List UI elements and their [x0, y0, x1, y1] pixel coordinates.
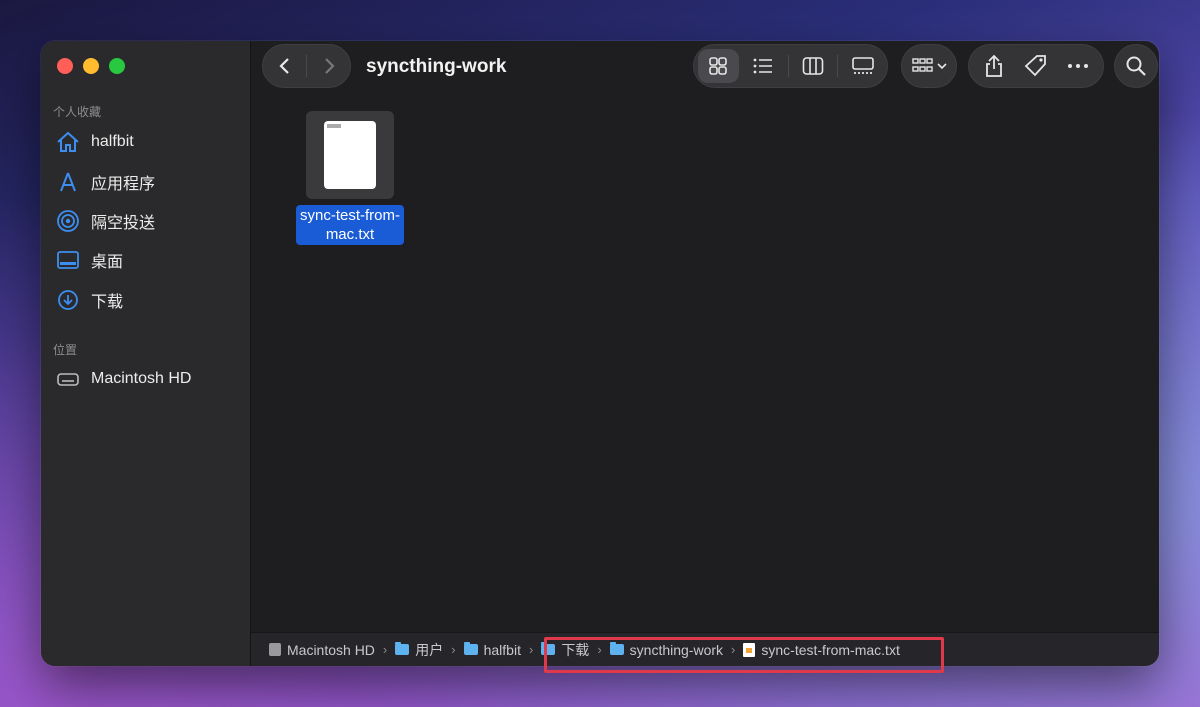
sidebar-item-halfbit[interactable]: halfbit [51, 127, 241, 157]
crumb-label: 用户 [415, 641, 444, 658]
sidebar-item-label: Macintosh HD [91, 370, 192, 387]
sidebar: 个人收藏 halfbit 应用程序 隔空投送 桌面 下载 位置 Macintos… [41, 41, 251, 666]
search-icon [1126, 56, 1146, 76]
sidebar-item-downloads[interactable]: 下载 [51, 285, 241, 315]
window-controls [57, 58, 125, 74]
chevron-right-icon: › [451, 642, 456, 657]
divider [837, 55, 839, 77]
navigation-buttons [262, 44, 351, 88]
airdrop-icon [55, 208, 81, 234]
toolbar: syncthing-work [251, 41, 1159, 95]
file-name-line: sync-test-from- [299, 207, 400, 224]
zoom-button[interactable] [109, 58, 125, 74]
actions-group [968, 44, 1104, 88]
disk-icon [55, 366, 81, 392]
gallery-icon [851, 57, 874, 74]
finder-window: 个人收藏 halfbit 应用程序 隔空投送 桌面 下载 位置 Macintos… [41, 41, 1159, 666]
sidebar-item-desktop[interactable]: 桌面 [51, 245, 241, 275]
view-mode-group [693, 44, 888, 88]
more-actions-button[interactable] [1059, 49, 1097, 83]
applications-icon [55, 169, 81, 195]
chevron-right-icon: › [382, 642, 388, 657]
desktop-icon [55, 247, 81, 273]
sidebar-item-label: 下载 [91, 294, 124, 311]
text-file-thumbnail[interactable] [306, 111, 394, 199]
search-button[interactable] [1114, 44, 1158, 88]
folder-icon [395, 642, 410, 655]
icon-view-button[interactable] [698, 49, 739, 83]
forward-button[interactable] [307, 49, 350, 83]
ellipsis-icon [1068, 64, 1088, 68]
divider [787, 55, 789, 77]
sidebar-item-label: 应用程序 [91, 176, 156, 193]
sidebar-item-label: halfbit [91, 133, 134, 150]
file-item[interactable]: sync-test-from- mac.txt [288, 111, 412, 245]
share-icon [986, 54, 1002, 77]
back-button[interactable] [263, 49, 306, 83]
file-browser-content[interactable]: sync-test-from- mac.txt [251, 95, 1159, 632]
path-crumb-halfbit[interactable]: halfbit [463, 641, 521, 658]
tag-button[interactable] [1017, 49, 1055, 83]
crumb-label: halfbit [483, 641, 521, 658]
crumb-label: Macintosh HD [287, 641, 375, 658]
list-view-button[interactable] [743, 49, 784, 83]
home-icon [55, 129, 81, 155]
columns-icon [802, 57, 824, 75]
chevron-right-icon: › [528, 642, 534, 657]
folder-icon [463, 642, 478, 655]
column-view-button[interactable] [793, 49, 834, 83]
group-by-button[interactable] [901, 44, 957, 88]
group-icon [911, 58, 933, 72]
favorites-header: 个人收藏 [53, 105, 102, 119]
annotation-highlight-box [544, 637, 944, 673]
disk-icon [269, 643, 281, 656]
gallery-view-button[interactable] [842, 49, 883, 83]
sidebar-item-label: 隔空投送 [91, 215, 156, 232]
file-name-label[interactable]: sync-test-from- mac.txt [295, 205, 404, 245]
sidebar-item-macintosh-hd[interactable]: Macintosh HD [51, 364, 241, 394]
tag-icon [1024, 55, 1046, 77]
minimize-button[interactable] [83, 58, 99, 74]
downloads-icon [55, 287, 81, 313]
sidebar-item-applications[interactable]: 应用程序 [51, 167, 241, 197]
document-icon [324, 121, 376, 189]
sidebar-item-airdrop[interactable]: 隔空投送 [51, 206, 241, 236]
chevron-left-icon [278, 58, 289, 74]
grid-icon [709, 57, 728, 75]
chevron-down-icon [936, 63, 947, 70]
locations-header: 位置 [53, 343, 78, 357]
list-icon [753, 58, 773, 74]
window-title: syncthing-work [366, 56, 507, 77]
path-crumb-macintosh-hd[interactable]: Macintosh HD [269, 642, 375, 658]
share-button[interactable] [975, 49, 1013, 83]
file-name-line: mac.txt [325, 226, 375, 243]
chevron-right-icon [324, 58, 335, 74]
close-button[interactable] [57, 58, 73, 74]
sidebar-item-label: 桌面 [91, 254, 124, 271]
path-crumb-users[interactable]: 用户 [395, 640, 443, 660]
